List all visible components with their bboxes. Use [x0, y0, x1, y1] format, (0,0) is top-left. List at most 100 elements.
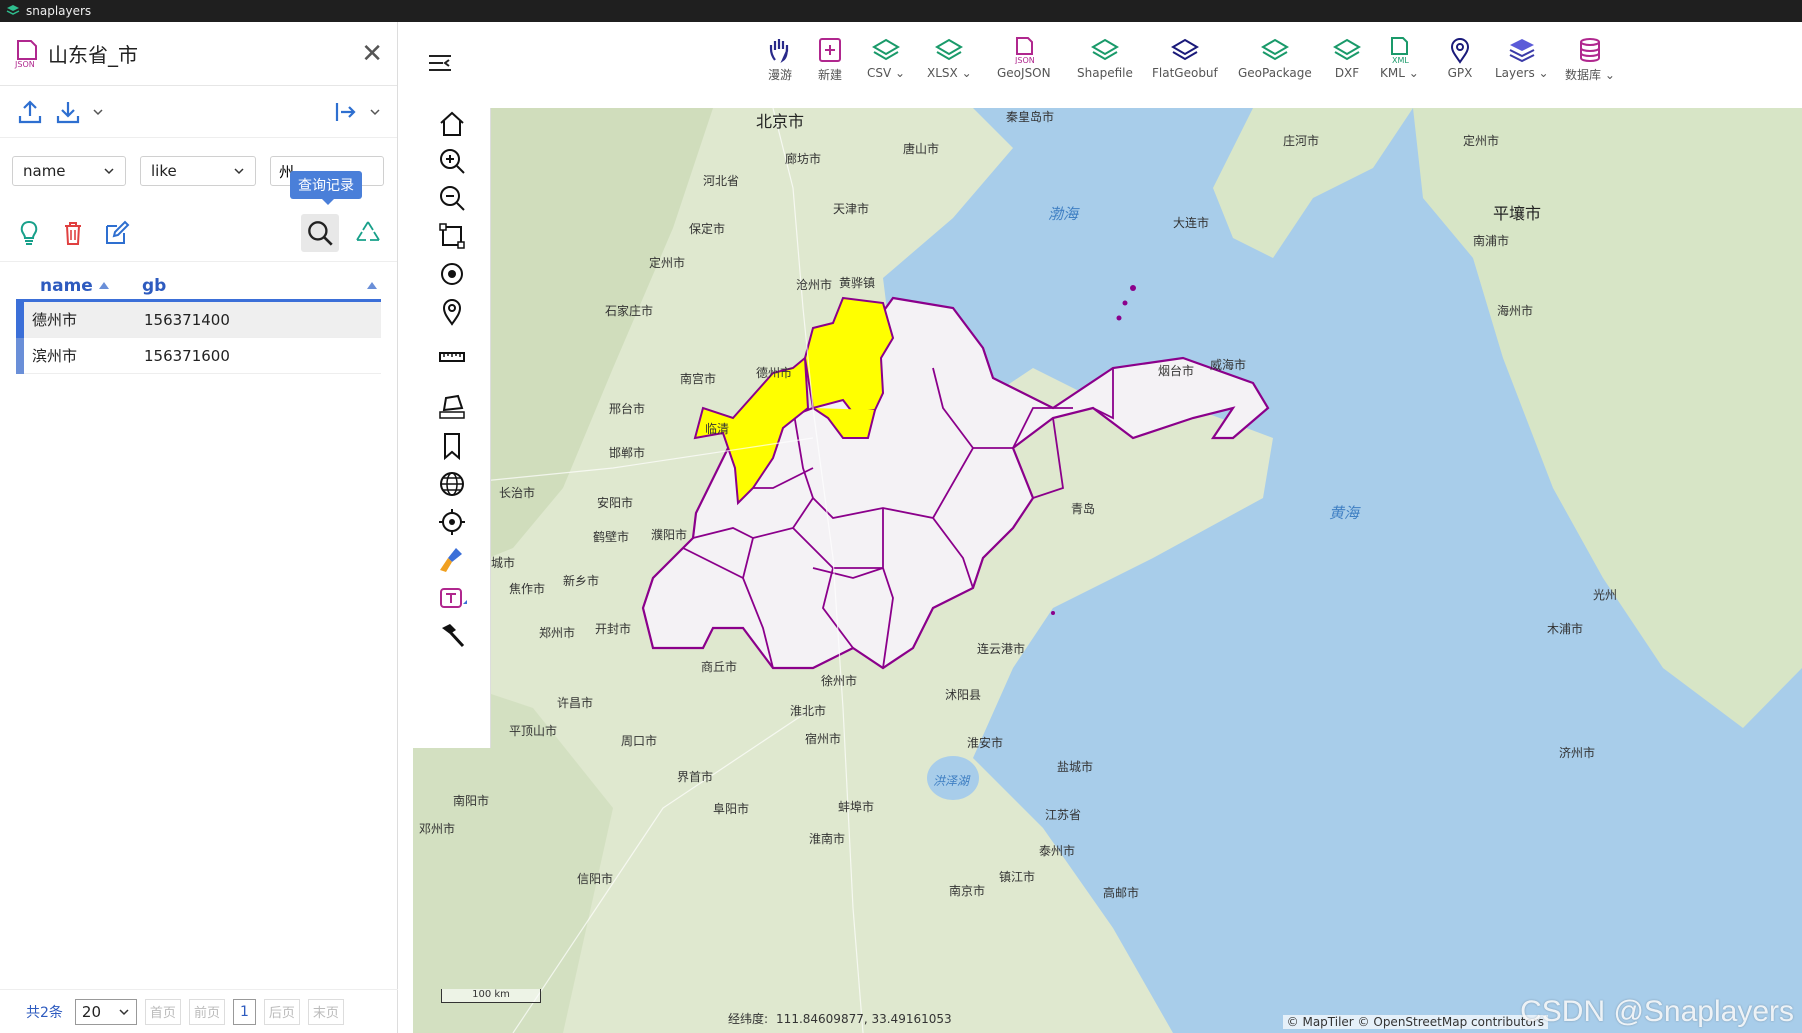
row-marker: [16, 337, 24, 374]
map-label: 廊坊市: [785, 152, 822, 166]
toolbar-kml[interactable]: XML KML ⌄: [1380, 36, 1419, 80]
attribute-panel: JSON 山东省_市 ✕ name like 查询记录: [0, 22, 398, 1033]
map-label: 平顶山市: [509, 724, 558, 738]
map-label: 濮阳市: [651, 528, 688, 542]
row-marker: [16, 301, 24, 338]
column-header-gb[interactable]: gb: [128, 276, 361, 296]
layers-icon: [1090, 38, 1119, 61]
column-header-name[interactable]: name: [16, 276, 128, 296]
map-label: 徐州市: [821, 674, 858, 688]
map-label: 保定市: [689, 222, 726, 236]
map-view[interactable]: 北京市 秦皇岛市 庄河市 定州市 廊坊市 唐山市 天津市 河北省 保定市 大连市…: [413, 108, 1802, 1033]
map-label: 邓州市: [419, 822, 456, 836]
map-label: 南宫市: [680, 372, 717, 386]
toolbar-flatgeobuf[interactable]: FlatGeobuf: [1152, 36, 1218, 80]
app-title: snaplayers: [26, 4, 92, 18]
zoom-in-icon[interactable]: [436, 145, 468, 177]
ruler-icon[interactable]: [436, 341, 468, 373]
chevron-down-icon[interactable]: [92, 106, 104, 118]
map-attribution: © MapTiler © OpenStreetMap contributors: [1282, 1015, 1548, 1029]
clear-brush-icon[interactable]: [436, 544, 468, 576]
text-tool-icon[interactable]: [436, 582, 468, 614]
search-icon[interactable]: [301, 213, 339, 252]
toolbar-xlsx[interactable]: XLSX ⌄: [927, 36, 972, 80]
json-file-icon: JSON: [14, 39, 37, 69]
download-icon[interactable]: [54, 98, 82, 126]
chevron-down-icon: [234, 168, 244, 175]
layer-header: JSON 山东省_市 ✕: [0, 22, 397, 86]
toolbar-new[interactable]: 新建: [815, 36, 845, 83]
layers-icon: [1260, 38, 1289, 61]
toolbar: 漫游 新建 CSV ⌄ XLSX ⌄ JSON GeoJSON Shapefil…: [405, 22, 1802, 108]
xml-file-icon: XML: [1391, 37, 1410, 64]
json-file-icon: JSON: [1014, 37, 1035, 64]
next-page-button[interactable]: 后页: [263, 998, 300, 1025]
last-page-button[interactable]: 末页: [307, 998, 344, 1025]
toolbar-geojson[interactable]: JSON GeoJSON: [997, 36, 1051, 80]
map-label: 青岛: [1071, 502, 1096, 516]
toolbar-dxf[interactable]: DXF: [1332, 36, 1362, 80]
lake-label: 洪泽湖: [933, 774, 970, 788]
toolbar-database[interactable]: 数据库 ⌄: [1565, 36, 1615, 83]
location-pin-icon[interactable]: [436, 295, 468, 327]
map-label: 淮安市: [967, 736, 1004, 750]
map-label: 郑州市: [539, 626, 576, 640]
export-arrow-icon[interactable]: [331, 98, 359, 126]
map-label: 邢台市: [609, 402, 646, 416]
box-select-icon[interactable]: [436, 220, 468, 252]
map-label: 河北省: [703, 174, 740, 188]
toolbar-csv[interactable]: CSV ⌄: [867, 36, 905, 80]
map-label: 德州市: [756, 366, 793, 380]
recycle-icon[interactable]: [353, 218, 383, 248]
toolbar-gpx[interactable]: GPX: [1445, 36, 1475, 80]
home-icon[interactable]: [436, 108, 468, 140]
menu-toggle-icon[interactable]: [425, 48, 455, 78]
table-row[interactable]: 滨州市 156371600: [16, 337, 381, 374]
operator-select[interactable]: like: [140, 156, 256, 186]
collapse-icon[interactable]: [367, 282, 377, 289]
toolbar-pan[interactable]: 漫游: [765, 36, 795, 83]
layers-icon: [935, 38, 964, 61]
prev-page-button[interactable]: 前页: [188, 998, 225, 1025]
target-icon[interactable]: [436, 258, 468, 290]
zoom-out-icon[interactable]: [436, 182, 468, 214]
map-label: 江苏省: [1045, 808, 1082, 822]
map-label: 连云港市: [977, 642, 1026, 656]
first-page-button[interactable]: 首页: [144, 998, 181, 1025]
page-size-select[interactable]: 20: [74, 998, 137, 1025]
map-label: 临清: [705, 422, 730, 436]
delete-icon[interactable]: [58, 218, 88, 248]
search-tooltip: 查询记录: [290, 171, 362, 205]
map-label: 沭阳县: [945, 688, 982, 702]
edit-icon[interactable]: [102, 218, 132, 248]
bookmark-icon[interactable]: [436, 430, 468, 462]
hammer-icon[interactable]: [436, 620, 468, 652]
map-label: 许昌市: [557, 696, 594, 710]
table-row[interactable]: 德州市 156371400: [16, 301, 381, 338]
map-label: 黄骅镇: [839, 276, 876, 290]
map-label: 镇江市: [999, 870, 1036, 884]
map-label: 高邮市: [1103, 886, 1140, 900]
close-panel-button[interactable]: ✕: [361, 41, 383, 67]
field-select[interactable]: name: [12, 156, 126, 186]
current-page[interactable]: 1: [232, 998, 256, 1025]
area-measure-icon[interactable]: [436, 390, 468, 422]
upload-icon[interactable]: [16, 98, 44, 126]
map-label: 海州市: [1497, 304, 1534, 318]
globe-icon[interactable]: [436, 468, 468, 500]
map-label: 淮南市: [809, 832, 846, 846]
toolbar-geopackage[interactable]: GeoPackage: [1238, 36, 1312, 80]
map-label: 阜阳市: [713, 802, 750, 816]
window-titlebar: snaplayers: [0, 0, 1802, 22]
toolbar-shapefile[interactable]: Shapefile: [1077, 36, 1133, 80]
map-label: 威海市: [1210, 358, 1247, 372]
map-label: 烟台市: [1158, 364, 1195, 378]
map-label: 长治市: [499, 486, 536, 500]
lightbulb-icon[interactable]: [14, 218, 44, 248]
toolbar-layers[interactable]: Layers ⌄: [1495, 36, 1549, 80]
locate-icon[interactable]: [436, 506, 468, 538]
chevron-down-icon[interactable]: [369, 106, 381, 118]
layers-icon: [872, 38, 901, 61]
map-label: 木浦市: [1547, 622, 1584, 636]
import-export-row: [0, 86, 397, 138]
